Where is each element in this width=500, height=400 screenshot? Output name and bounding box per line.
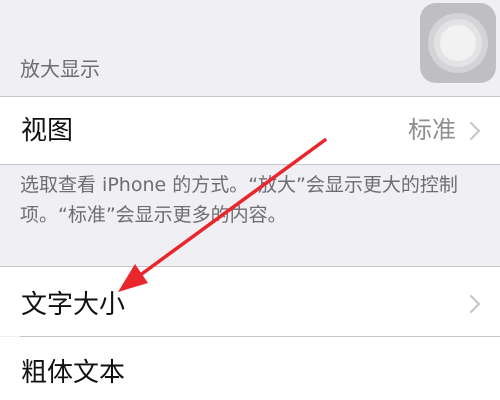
assistive-touch-icon[interactable] <box>420 3 496 83</box>
bold-text-row[interactable]: 粗体文本 <box>0 337 500 400</box>
text-size-row[interactable]: 文字大小 <box>0 267 500 336</box>
text-size-row-label: 文字大小 <box>21 290 126 320</box>
assistive-touch-ring-outer <box>428 13 488 73</box>
chevron-right-icon <box>469 294 481 314</box>
view-description-footer: 选取查看 iPhone 的方式。“放大”会显示更大的控制项。“标准”会显示更多的… <box>20 174 458 226</box>
assistive-touch-ring-mid <box>434 19 482 67</box>
settings-screen: 放大显示 视图 标准 选取查看 iPhone 的方式。“放大”会显示更大的控制项… <box>0 0 500 400</box>
bold-text-row-label: 粗体文本 <box>21 358 126 388</box>
view-row-value: 标准 <box>408 116 456 144</box>
view-row[interactable]: 视图 标准 <box>0 97 500 164</box>
assistive-touch-ring-inner <box>440 25 476 61</box>
divider <box>0 164 500 165</box>
chevron-right-icon <box>469 121 481 141</box>
section-header-label: 放大显示 <box>20 57 100 81</box>
view-row-label: 视图 <box>21 116 74 146</box>
